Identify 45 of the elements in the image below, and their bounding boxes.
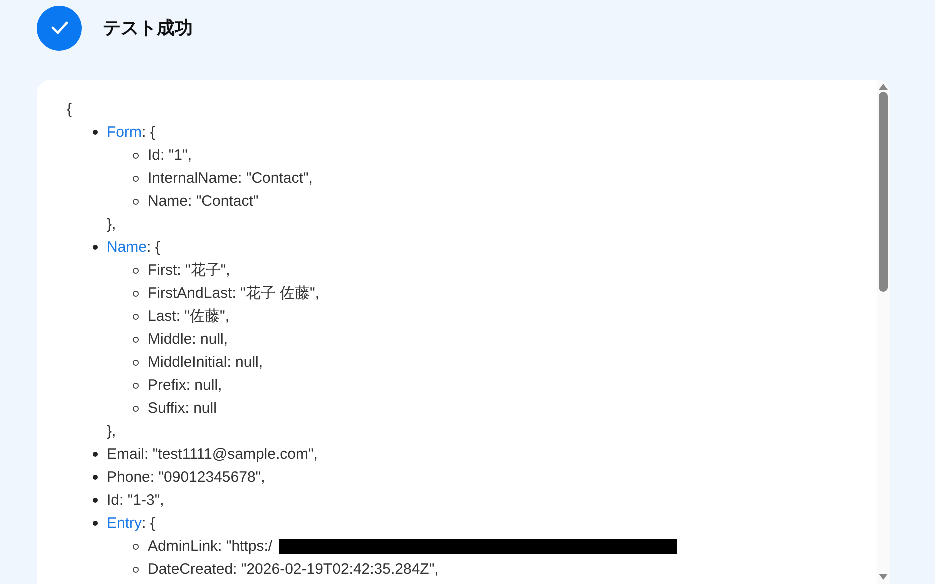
object-key: Form: { xyxy=(107,124,156,141)
bullet-icon xyxy=(93,475,98,480)
bullet-icon xyxy=(133,290,139,296)
field-value: DateCreated: "2026-02-19T02:42:35.284Z", xyxy=(148,561,439,578)
bullet-icon xyxy=(133,360,139,366)
bullet-icon xyxy=(133,314,139,320)
bullet-icon xyxy=(93,521,98,526)
bullet-icon xyxy=(133,336,139,342)
status-title: テスト成功 xyxy=(103,17,193,40)
bullet-icon xyxy=(133,152,139,158)
field-value: Id: "1", xyxy=(148,147,192,164)
field-value: InternalName: "Contact", xyxy=(148,170,313,187)
field-value: First: "花子", xyxy=(148,261,230,280)
scroll-down-icon[interactable] xyxy=(879,574,888,580)
field-value: MiddleInitial: null, xyxy=(148,354,264,371)
bullet-icon xyxy=(93,452,98,457)
field-value: Last: "佐藤", xyxy=(148,307,230,326)
scrollbar-thumb[interactable] xyxy=(879,92,888,292)
scrollbar[interactable] xyxy=(877,80,890,584)
bullet-icon xyxy=(133,268,139,274)
field-value: Suffix: null xyxy=(148,400,217,417)
closing-brace: }, xyxy=(107,216,116,233)
bullet-icon xyxy=(133,406,139,412)
object-key: Name: { xyxy=(107,239,160,256)
field-value: Name: "Contact" xyxy=(148,193,259,210)
success-check-icon xyxy=(37,6,82,50)
field-value: Prefix: null, xyxy=(148,377,222,394)
field-value: AdminLink: "https:/ xyxy=(148,538,273,555)
bullet-icon xyxy=(93,498,98,503)
bullet-icon xyxy=(133,176,139,182)
bullet-icon xyxy=(133,566,139,572)
field-value: Middle: null, xyxy=(148,331,228,348)
bullet-icon xyxy=(133,544,139,550)
field-value: Phone: "09012345678", xyxy=(107,469,266,486)
bullet-icon xyxy=(93,130,98,135)
field-value: FirstAndLast: "花子 佐藤", xyxy=(148,284,320,303)
field-value: Email: "test1111@sample.com", xyxy=(107,446,318,463)
opening-brace: { xyxy=(67,101,72,118)
bullet-icon xyxy=(133,382,139,388)
scroll-up-icon[interactable] xyxy=(879,84,888,90)
field-value: Id: "1-3", xyxy=(107,492,164,509)
bullet-icon xyxy=(133,198,139,204)
closing-brace: }, xyxy=(107,423,116,440)
object-key: Entry: { xyxy=(107,515,156,532)
bullet-icon xyxy=(93,245,98,250)
